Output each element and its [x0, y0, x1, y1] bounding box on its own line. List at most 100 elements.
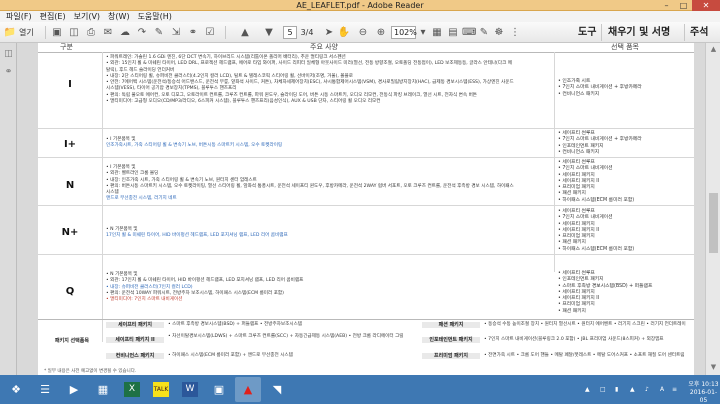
- attachment-icon[interactable]: ⚭: [3, 67, 14, 78]
- scrollbar-thumb[interactable]: [709, 193, 718, 253]
- media-player-icon[interactable]: ▶: [61, 377, 87, 402]
- clock-time: 오후 10:13: [688, 381, 719, 388]
- store-icon[interactable]: ▦: [90, 377, 116, 402]
- network-icon[interactable]: □: [600, 375, 606, 404]
- sign-icon[interactable]: ☸: [492, 25, 506, 40]
- zoom-out-icon[interactable]: ⊖: [356, 25, 370, 40]
- toolbar-divider: [225, 26, 226, 39]
- package-section-label: 패키지 선택품목: [55, 338, 89, 344]
- package-name: 인포테인먼트 패키지: [422, 337, 480, 343]
- spec-line: 17인치 휠 & 미쉐린 타이어, HID 바이펑션 헤드램프, LED 포지셔…: [106, 233, 288, 239]
- package-name: 세이프티 패키지: [106, 322, 164, 328]
- create-icon[interactable]: ▣: [50, 25, 64, 40]
- option-list: • 세이프티 썬루프 • 7인치 스마트 내비게이션 + 후방카메라 • 인포테…: [558, 131, 688, 156]
- page-number-input[interactable]: 5: [283, 26, 297, 39]
- attach-icon[interactable]: ⚭: [186, 25, 200, 40]
- spec-list: • I 기본품목 및 인조가죽시트, 가죽 스티어링 휠 & 변속기 노브, 버…: [106, 137, 516, 150]
- zoom-in-icon[interactable]: ⊕: [374, 25, 388, 40]
- navigation-pane: ◫ ⚭: [0, 43, 17, 375]
- grade-label: N+: [61, 227, 79, 238]
- volume-icon[interactable]: ♪: [645, 375, 649, 404]
- clock[interactable]: 오후 10:13 2016-01-05: [687, 381, 720, 404]
- package-desc: • 전면가죽 시트 • 크롬 도어 핸들 • 메탈 페달/풋레스트 • 메탈 도…: [484, 353, 685, 358]
- tray-arrow-icon[interactable]: ▲: [585, 375, 590, 404]
- export-icon[interactable]: ⇲: [169, 25, 183, 40]
- vertical-scrollbar[interactable]: ▲ ▼: [705, 43, 720, 375]
- row-divider: [38, 254, 694, 255]
- battery-icon[interactable]: ▮: [615, 375, 618, 404]
- minimize-button[interactable]: –: [658, 0, 675, 11]
- page-thumbnails-icon[interactable]: ◫: [3, 49, 14, 60]
- option-list: • 세이프티 썬루프 • 인포테인먼트 패키지 • 스마트 후측방 경보시스템(…: [558, 271, 688, 315]
- scroll-up-icon[interactable]: ▲: [706, 45, 720, 53]
- menu-view[interactable]: 보기(V): [70, 11, 104, 22]
- wifi-icon[interactable]: ▲: [630, 375, 635, 404]
- scroll-down-icon[interactable]: ▼: [706, 363, 720, 371]
- next-page-icon[interactable]: ▼: [262, 25, 276, 40]
- fill-sign-tab[interactable]: 채우기 및 서명: [608, 24, 670, 41]
- save-icon[interactable]: ◫: [67, 25, 81, 40]
- col-header-specs: 주요 사양: [310, 43, 338, 51]
- package-desc: • 하이패스 시스템(ECM 룸미러 포함) + 앤드로 무선충전 시스템: [168, 353, 293, 358]
- option-item: • 컨비니언스 패키지: [558, 149, 600, 155]
- fit-page-icon[interactable]: ▦: [430, 25, 444, 40]
- close-button[interactable]: ✕: [692, 0, 720, 11]
- menu-help[interactable]: 도움말(H): [134, 11, 176, 22]
- start-icon[interactable]: ❖: [3, 377, 29, 402]
- share-icon[interactable]: ↷: [135, 25, 149, 40]
- row-divider: [38, 205, 694, 206]
- window-title: AE_LEAFLET.pdf - Adobe Reader: [296, 1, 424, 10]
- open-folder-icon[interactable]: 📁: [3, 25, 17, 40]
- open-button[interactable]: 열기: [19, 25, 41, 40]
- option-item: • 하이패스 시스템(ECM 룸미러 포함): [558, 246, 635, 252]
- clock-date: 2016-01-05: [689, 389, 718, 404]
- cloud-icon[interactable]: ☁: [118, 25, 132, 40]
- package-name: 패션 패키지: [422, 322, 480, 328]
- package-desc: • 스마트 후측방 경보시스템(BSD) + 퍼들램프 • 전방주차보조시스템: [168, 322, 303, 327]
- zoom-level-select[interactable]: 102%: [391, 26, 417, 39]
- comment-tab[interactable]: 주석: [690, 24, 708, 41]
- option-item: • 하이패스 시스템(ECM 룸미러 포함): [558, 197, 635, 203]
- pdf-page: 구분 주요 사양 선택 품목 I • 파워트레인: 가솔린 1.6 GDi 엔진…: [38, 43, 694, 375]
- toolbar: 📁 열기 ▣ ◫ ⎙ ✉ ☁ ↷ ✎ ⇲ ⚭ ☑ ▲ ▼ 5 3/4 ➤ ✋ ⊖…: [0, 22, 720, 43]
- header-rule: [38, 52, 694, 53]
- spec-line: 앤드로 무선충전 시스템, 러기지 네트: [106, 196, 177, 202]
- highlight-icon[interactable]: ✎: [477, 25, 491, 40]
- package-name: 프리미엄 패키지: [422, 353, 480, 359]
- menu-window[interactable]: 창(W): [104, 11, 134, 22]
- edit-pdf-icon[interactable]: ✎: [152, 25, 166, 40]
- read-mode-icon[interactable]: ▤: [446, 25, 460, 40]
- comment-icon[interactable]: ⌨: [462, 25, 476, 40]
- menu-edit[interactable]: 편집(E): [36, 11, 70, 22]
- print-icon[interactable]: ⎙: [84, 25, 98, 40]
- grade-label: Q: [65, 286, 75, 297]
- adobe-reader-icon[interactable]: ▲: [235, 377, 261, 402]
- language-icon[interactable]: ≡: [672, 375, 677, 404]
- excel-icon[interactable]: X: [119, 377, 145, 402]
- chevron-down-icon[interactable]: ▾: [416, 25, 430, 40]
- column-divider: [554, 52, 555, 272]
- spec-line: • 멀티미디어: 고급형 오디오(CD/MP3/라디오, 6스피커 시스템), …: [106, 99, 381, 105]
- spec-line: • 편의: 버튼시동 스마트키 시스템, 오수 토켓라이팅, 열선 스티어링 휠…: [106, 183, 514, 196]
- kakaotalk-icon[interactable]: TALK: [148, 377, 174, 402]
- select-cursor-icon[interactable]: ➤: [322, 25, 336, 40]
- word-icon[interactable]: W: [177, 377, 203, 402]
- menu-file[interactable]: 파일(F): [2, 11, 36, 22]
- photo-viewer-icon[interactable]: ▣: [206, 377, 232, 402]
- column-divider: [102, 52, 103, 342]
- row-divider: [38, 319, 694, 320]
- col-header-grade: 구분: [60, 43, 73, 51]
- spec-line: • 멀티미디어: 7인치 스마트 내비게이션: [106, 297, 183, 303]
- stamp-icon[interactable]: ☑: [203, 25, 217, 40]
- hand-tool-icon[interactable]: ✋: [337, 25, 351, 40]
- explorer-icon[interactable]: ☰: [32, 377, 58, 402]
- previous-page-icon[interactable]: ▲: [238, 25, 252, 40]
- maximize-button[interactable]: □: [675, 0, 692, 11]
- email-icon[interactable]: ✉: [101, 25, 115, 40]
- grade-label: I: [68, 79, 72, 90]
- tools-tab[interactable]: 도구: [578, 24, 596, 41]
- ime-icon[interactable]: A: [660, 375, 664, 404]
- spec-list: • I 기본품목 및 • 외관: 벨트라인 크롬 몰딩 • 내장: 인조가죽 시…: [106, 165, 516, 203]
- file-manager-icon[interactable]: ◥: [264, 377, 290, 402]
- more-tools-icon[interactable]: ⋮: [508, 25, 522, 40]
